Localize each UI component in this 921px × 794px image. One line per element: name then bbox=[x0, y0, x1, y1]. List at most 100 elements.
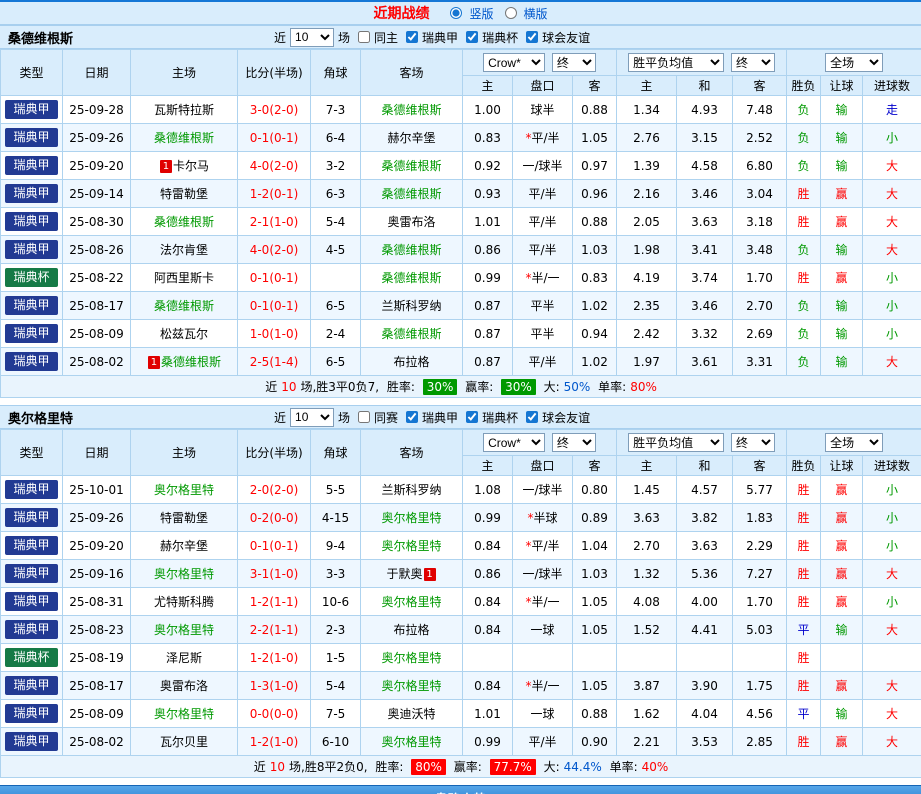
home-team[interactable]: 卡尔马 bbox=[173, 159, 209, 173]
home-team[interactable]: 奥尔格里特 bbox=[154, 567, 214, 581]
europe-time-select[interactable]: 终 bbox=[731, 53, 775, 72]
home-cell[interactable]: 赫尔辛堡 bbox=[131, 532, 238, 560]
home-cell[interactable]: 法尔肯堡 bbox=[131, 236, 238, 264]
score-cell[interactable]: 1-2(1-0) bbox=[238, 728, 311, 756]
away-team[interactable]: 奥尔格里特 bbox=[381, 651, 441, 665]
league1-label[interactable]: 瑞典甲 bbox=[422, 409, 458, 426]
away-cell[interactable]: 桑德维根斯 bbox=[361, 180, 463, 208]
home-cell[interactable]: 1卡尔马 bbox=[131, 152, 238, 180]
same-condition-label[interactable]: 同主 bbox=[374, 29, 398, 46]
home-cell[interactable]: 奥尔格里特 bbox=[131, 476, 238, 504]
home-team[interactable]: 泽尼斯 bbox=[166, 651, 202, 665]
score-cell[interactable]: 2-1(1-0) bbox=[238, 208, 311, 236]
score-cell[interactable]: 1-2(0-1) bbox=[238, 180, 311, 208]
home-cell[interactable]: 瓦尔贝里 bbox=[131, 728, 238, 756]
league2-checkbox[interactable] bbox=[466, 31, 478, 43]
home-team[interactable]: 特雷勒堡 bbox=[160, 187, 208, 201]
league2-checkbox[interactable] bbox=[466, 411, 478, 423]
score-cell[interactable]: 3-1(1-0) bbox=[238, 560, 311, 588]
full-match-select[interactable]: 全场 bbox=[825, 53, 883, 72]
home-team[interactable]: 尤特斯科腾 bbox=[154, 595, 214, 609]
score-cell[interactable]: 4-0(2-0) bbox=[238, 152, 311, 180]
home-team[interactable]: 奥尔格里特 bbox=[154, 707, 214, 721]
league3-label[interactable]: 球会友谊 bbox=[542, 409, 590, 426]
away-cell[interactable]: 奥雷布洛 bbox=[361, 208, 463, 236]
away-cell[interactable]: 布拉格 bbox=[361, 348, 463, 376]
away-cell[interactable]: 桑德维根斯 bbox=[361, 320, 463, 348]
league3-checkbox[interactable] bbox=[526, 411, 538, 423]
home-cell[interactable]: 桑德维根斯 bbox=[131, 124, 238, 152]
home-team[interactable]: 奥雷布洛 bbox=[160, 679, 208, 693]
away-cell[interactable]: 奥迪沃特 bbox=[361, 700, 463, 728]
home-cell[interactable]: 奥尔格里特 bbox=[131, 616, 238, 644]
home-team[interactable]: 桑德维根斯 bbox=[161, 355, 221, 369]
recent-count-select[interactable]: 10 bbox=[290, 28, 334, 47]
score-cell[interactable]: 1-2(1-1) bbox=[238, 588, 311, 616]
score-cell[interactable]: 2-2(1-1) bbox=[238, 616, 311, 644]
home-cell[interactable]: 特雷勒堡 bbox=[131, 180, 238, 208]
away-team[interactable]: 赫尔辛堡 bbox=[387, 131, 435, 145]
away-cell[interactable]: 于默奥1 bbox=[361, 560, 463, 588]
score-cell[interactable]: 0-1(0-1) bbox=[238, 124, 311, 152]
away-team[interactable]: 奥尔格里特 bbox=[381, 511, 441, 525]
away-cell[interactable]: 奥尔格里特 bbox=[361, 672, 463, 700]
away-team[interactable]: 奥尔格里特 bbox=[381, 735, 441, 749]
league1-checkbox[interactable] bbox=[406, 31, 418, 43]
home-team[interactable]: 桑德维根斯 bbox=[154, 215, 214, 229]
home-team[interactable]: 阿西里斯卡 bbox=[154, 271, 214, 285]
away-team[interactable]: 兰斯科罗纳 bbox=[381, 299, 441, 313]
away-cell[interactable]: 奥尔格里特 bbox=[361, 588, 463, 616]
away-cell[interactable]: 奥尔格里特 bbox=[361, 504, 463, 532]
league2-label[interactable]: 瑞典杯 bbox=[482, 409, 518, 426]
away-team[interactable]: 桑德维根斯 bbox=[381, 327, 441, 341]
score-cell[interactable]: 0-2(0-0) bbox=[238, 504, 311, 532]
home-team[interactable]: 松兹瓦尔 bbox=[160, 327, 208, 341]
same-condition-checkbox[interactable] bbox=[358, 31, 370, 43]
league3-label[interactable]: 球会友谊 bbox=[542, 29, 590, 46]
away-cell[interactable]: 奥尔格里特 bbox=[361, 644, 463, 672]
home-cell[interactable]: 桑德维根斯 bbox=[131, 292, 238, 320]
away-team[interactable]: 桑德维根斯 bbox=[381, 243, 441, 257]
away-team[interactable]: 奥尔格里特 bbox=[381, 679, 441, 693]
score-cell[interactable]: 0-1(0-1) bbox=[238, 292, 311, 320]
home-cell[interactable]: 奥尔格里特 bbox=[131, 560, 238, 588]
away-team[interactable]: 桑德维根斯 bbox=[381, 103, 441, 117]
same-condition-checkbox[interactable] bbox=[358, 411, 370, 423]
score-cell[interactable]: 0-1(0-1) bbox=[238, 532, 311, 560]
away-team[interactable]: 于默奥 bbox=[386, 567, 422, 581]
asian-time-select[interactable]: 终 bbox=[552, 53, 596, 72]
league1-checkbox[interactable] bbox=[406, 411, 418, 423]
home-cell[interactable]: 桑德维根斯 bbox=[131, 208, 238, 236]
away-cell[interactable]: 兰斯科罗纳 bbox=[361, 292, 463, 320]
home-cell[interactable]: 尤特斯科腾 bbox=[131, 588, 238, 616]
away-cell[interactable]: 桑德维根斯 bbox=[361, 152, 463, 180]
europe-time-select[interactable]: 终 bbox=[731, 433, 775, 452]
league2-label[interactable]: 瑞典杯 bbox=[482, 29, 518, 46]
home-team[interactable]: 奥尔格里特 bbox=[154, 623, 214, 637]
bookmaker-select[interactable]: Crow* bbox=[483, 53, 545, 72]
home-team[interactable]: 桑德维根斯 bbox=[154, 299, 214, 313]
score-cell[interactable]: 4-0(2-0) bbox=[238, 236, 311, 264]
home-cell[interactable]: 1桑德维根斯 bbox=[131, 348, 238, 376]
bookmaker-select[interactable]: Crow* bbox=[483, 433, 545, 452]
horizontal-view-radio[interactable] bbox=[505, 7, 517, 19]
home-cell[interactable]: 阿西里斯卡 bbox=[131, 264, 238, 292]
away-cell[interactable]: 桑德维根斯 bbox=[361, 264, 463, 292]
asian-time-select[interactable]: 终 bbox=[552, 433, 596, 452]
score-cell[interactable]: 3-0(2-0) bbox=[238, 96, 311, 124]
recent-count-select[interactable]: 10 bbox=[290, 408, 334, 427]
away-team[interactable]: 奥尔格里特 bbox=[381, 595, 441, 609]
home-cell[interactable]: 奥雷布洛 bbox=[131, 672, 238, 700]
home-team[interactable]: 瓦斯特拉斯 bbox=[154, 103, 214, 117]
score-cell[interactable]: 2-5(1-4) bbox=[238, 348, 311, 376]
home-cell[interactable]: 奥尔格里特 bbox=[131, 700, 238, 728]
full-match-select[interactable]: 全场 bbox=[825, 433, 883, 452]
score-cell[interactable]: 0-0(0-0) bbox=[238, 700, 311, 728]
score-cell[interactable]: 0-1(0-1) bbox=[238, 264, 311, 292]
home-team[interactable]: 奥尔格里特 bbox=[154, 483, 214, 497]
away-cell[interactable]: 布拉格 bbox=[361, 616, 463, 644]
same-condition-label[interactable]: 同赛 bbox=[374, 409, 398, 426]
score-cell[interactable]: 1-0(1-0) bbox=[238, 320, 311, 348]
away-team[interactable]: 奥雷布洛 bbox=[387, 215, 435, 229]
average-odds-select[interactable]: 胜平负均值 bbox=[628, 53, 724, 72]
